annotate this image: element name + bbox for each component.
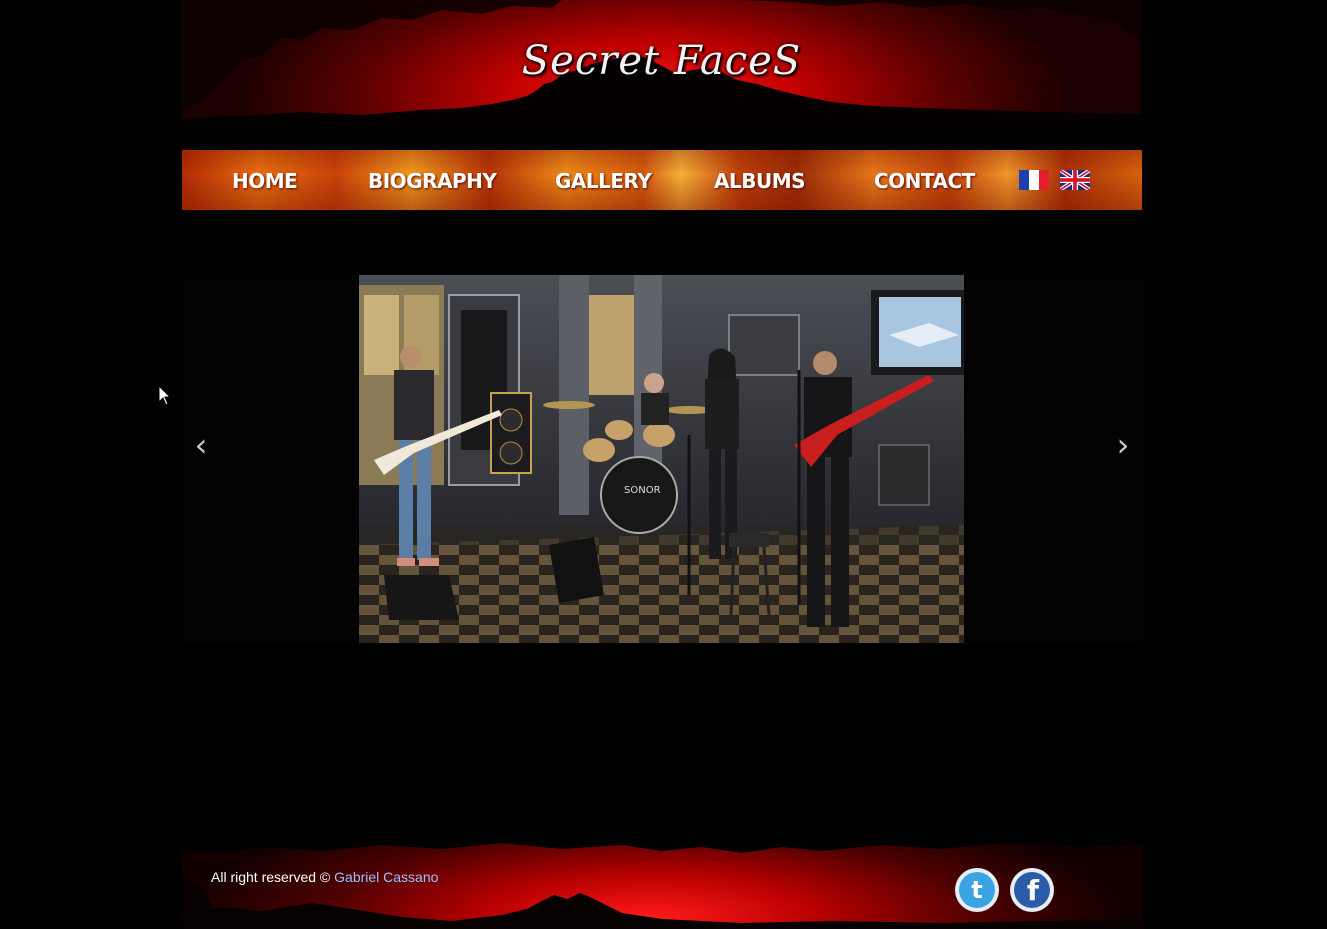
facebook-letter: f bbox=[1027, 874, 1040, 907]
main-nav: HOME BIOGRAPHY GALLERY ALBUMS CONTACT bbox=[182, 150, 1142, 210]
twitter-letter: t bbox=[971, 876, 982, 904]
svg-text:SONOR: SONOR bbox=[624, 485, 661, 496]
footer: All right reserved © Gabriel Cassano t f bbox=[182, 837, 1142, 929]
slider-next-arrow[interactable]: › bbox=[1111, 425, 1135, 465]
band-photo: SONOR bbox=[359, 275, 964, 643]
author-link[interactable]: Gabriel Cassano bbox=[334, 869, 438, 885]
nav-item-biography[interactable]: BIOGRAPHY bbox=[368, 166, 497, 196]
flag-uk-icon[interactable] bbox=[1060, 170, 1090, 190]
slider-prev-arrow[interactable]: ‹ bbox=[189, 425, 213, 465]
nav-item-home[interactable]: HOME bbox=[232, 166, 298, 196]
nav-item-gallery[interactable]: GALLERY bbox=[555, 166, 652, 196]
copyright-prefix: All right reserved © bbox=[211, 869, 331, 885]
page: Secret FaceS HOME BIOGRAPHY GALLERY ALBU… bbox=[0, 0, 1327, 929]
image-slider: ‹ › SONOR bbox=[182, 275, 1142, 643]
nav-item-albums[interactable]: ALBUMS bbox=[714, 166, 806, 196]
mouse-cursor-icon bbox=[158, 385, 172, 406]
nav-item-contact[interactable]: CONTACT bbox=[874, 166, 975, 196]
header-banner: Secret FaceS bbox=[182, 0, 1141, 125]
facebook-icon[interactable]: f bbox=[1009, 867, 1055, 913]
site-logo[interactable]: Secret FaceS bbox=[182, 38, 1141, 84]
flag-france-icon[interactable] bbox=[1019, 170, 1049, 190]
copyright-text: All right reserved © Gabriel Cassano bbox=[211, 869, 438, 885]
twitter-icon[interactable]: t bbox=[954, 867, 1000, 913]
band-photo-illustration: SONOR bbox=[359, 275, 964, 643]
